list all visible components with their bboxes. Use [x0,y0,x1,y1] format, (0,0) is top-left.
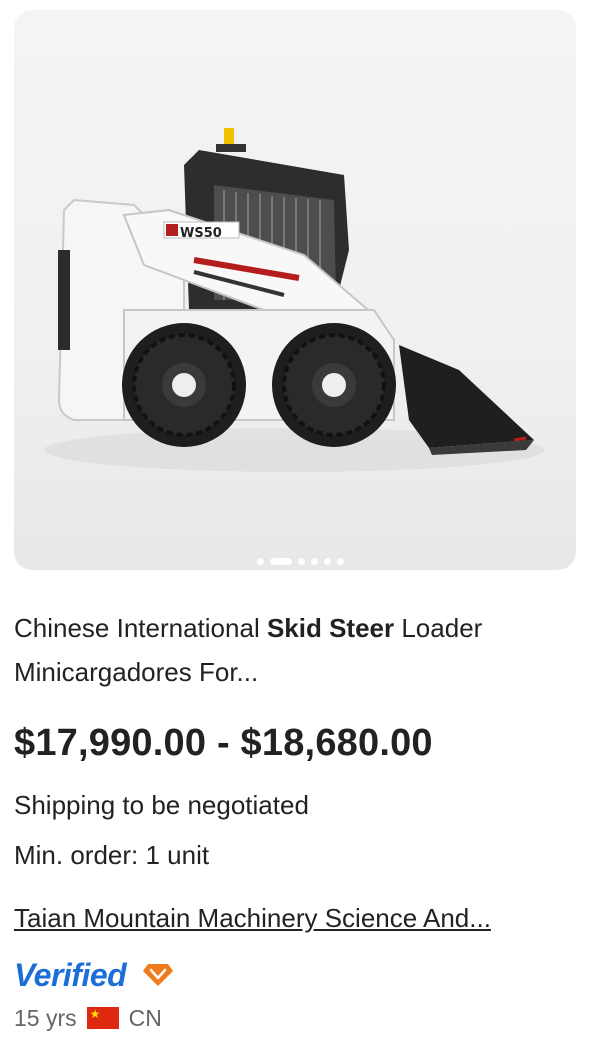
price-range: $17,990.00 - $18,680.00 [14,722,433,764]
supplier-link[interactable]: Taian Mountain Machinery Science And... [14,903,574,934]
supplier-years: 15 yrs [14,1004,77,1031]
diamond-badge-icon [143,964,174,986]
supplier-meta: 15 yrs ★ CN [14,1003,162,1033]
shipping-info: Shipping to be negotiated [14,790,309,820]
carousel-dot[interactable] [311,557,318,565]
supplier-country: CN [128,1004,162,1031]
verified-row: Verified [14,955,174,995]
product-image[interactable]: WS50 [14,10,576,570]
min-order: Min. order: 1 unit [14,840,210,870]
product-title[interactable]: Chinese International Skid Steer Loader … [14,606,554,694]
carousel-dot[interactable] [298,557,305,565]
rear-wheel-icon [122,323,246,447]
carousel-dot[interactable] [324,557,331,565]
verified-label[interactable]: Verified [14,957,127,994]
front-wheel-icon [272,323,396,447]
title-prefix: Chinese International [14,613,267,643]
china-flag-icon: ★ [86,1007,119,1029]
carousel-dot-active[interactable] [270,557,292,565]
title-keyword: Skid Steer [266,613,395,643]
carousel-dot[interactable] [337,557,344,565]
carousel-dot[interactable] [257,557,264,565]
carousel-dots[interactable] [257,557,344,565]
skid-steer-loader-image: WS50 [44,128,544,472]
model-label: WS50 [180,226,222,241]
product-card[interactable]: WS50 Chinese International Skid Steer Lo… [0,0,590,1050]
